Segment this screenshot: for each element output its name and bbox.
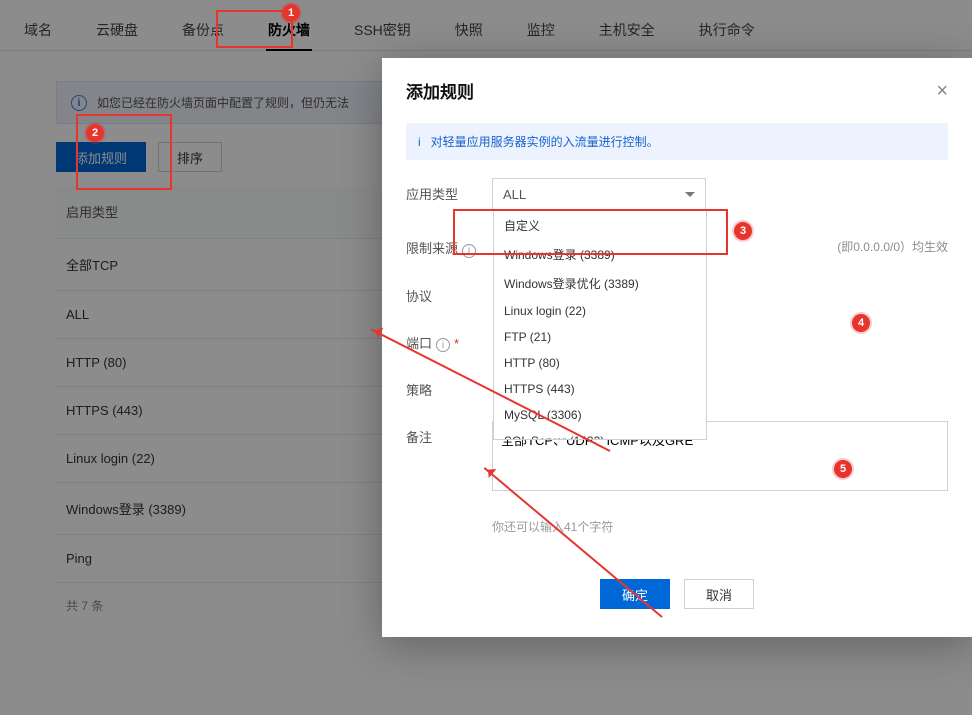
label-note: 备注	[406, 421, 492, 446]
label-protocol: 协议	[406, 280, 492, 305]
cancel-button[interactable]: 取消	[684, 579, 754, 609]
add-rule-dialog: 添加规则 × i 对轻量应用服务器实例的入流量进行控制。 应用类型 ALL 自定…	[382, 58, 972, 637]
dropdown-option[interactable]: Windows登录 (3389)	[494, 240, 706, 269]
dropdown-option[interactable]: FTP (21)	[494, 324, 706, 350]
dropdown-option[interactable]: HTTP (80)	[494, 350, 706, 376]
dropdown-option[interactable]: 自定义	[494, 211, 706, 240]
info-icon: i	[418, 135, 421, 149]
label-port: 端口i*	[406, 327, 492, 353]
label-app-type: 应用类型	[406, 178, 492, 203]
source-side-note: (即0.0.0.0/0）均生效	[837, 232, 948, 255]
label-policy: 策略	[406, 374, 492, 399]
close-icon[interactable]: ×	[936, 81, 948, 101]
info-icon: i	[462, 244, 476, 258]
app-type-select[interactable]: ALL 自定义Windows登录 (3389)Windows登录优化 (3389…	[492, 178, 706, 210]
dropdown-option[interactable]: Linux login (22)	[494, 298, 706, 324]
app-type-dropdown: 自定义Windows登录 (3389)Windows登录优化 (3389)Lin…	[493, 210, 707, 440]
confirm-button[interactable]: 确定	[600, 579, 670, 609]
dialog-title: 添加规则	[406, 78, 474, 103]
chevron-down-icon	[685, 192, 695, 197]
info-icon: i	[436, 338, 450, 352]
dropdown-option[interactable]: SQL Server (1433)	[494, 428, 706, 440]
label-source: 限制来源i	[406, 232, 492, 258]
dialog-info-banner: i 对轻量应用服务器实例的入流量进行控制。	[406, 123, 948, 160]
char-hint: 你还可以输入41个字符	[492, 518, 948, 535]
dropdown-option[interactable]: Windows登录优化 (3389)	[494, 269, 706, 298]
dropdown-option[interactable]: MySQL (3306)	[494, 402, 706, 428]
app-type-selected: ALL	[503, 187, 526, 202]
dropdown-option[interactable]: HTTPS (443)	[494, 376, 706, 402]
